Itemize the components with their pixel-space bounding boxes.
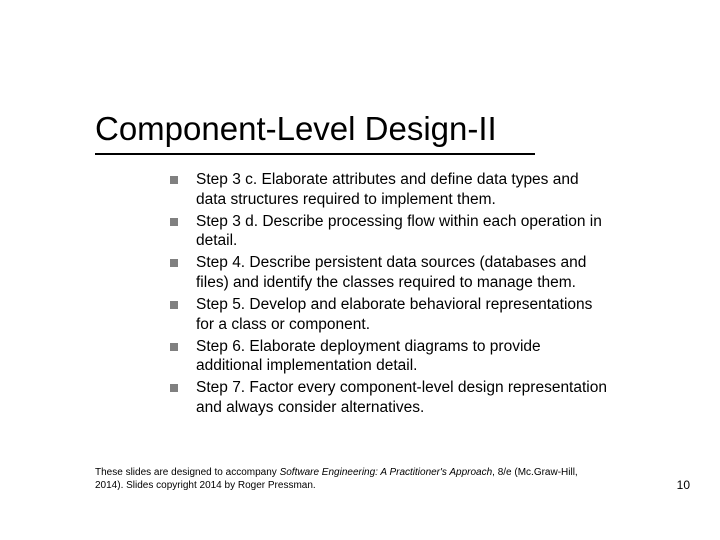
square-bullet-icon [170, 259, 178, 267]
page-number: 10 [677, 478, 690, 492]
footer-pre: These slides are designed to accompany [95, 467, 280, 478]
list-item: Step 5. Develop and elaborate behavioral… [170, 295, 610, 335]
content-body: Step 3 c. Elaborate attributes and defin… [170, 170, 610, 420]
square-bullet-icon [170, 343, 178, 351]
square-bullet-icon [170, 176, 178, 184]
slide: Component-Level Design-II Step 3 c. Elab… [0, 0, 720, 540]
bullet-text: Step 7. Factor every component-level des… [196, 378, 610, 418]
list-item: Step 7. Factor every component-level des… [170, 378, 610, 418]
bullet-text: Step 3 c. Elaborate attributes and defin… [196, 170, 610, 210]
square-bullet-icon [170, 301, 178, 309]
square-bullet-icon [170, 384, 178, 392]
footer-book-title: Software Engineering: A Practitioner's A… [280, 467, 493, 478]
bullet-text: Step 6. Elaborate deployment diagrams to… [196, 337, 610, 377]
square-bullet-icon [170, 218, 178, 226]
footer-attribution: These slides are designed to accompany S… [95, 467, 595, 492]
list-item: Step 6. Elaborate deployment diagrams to… [170, 337, 610, 377]
list-item: Step 4. Describe persistent data sources… [170, 253, 610, 293]
title-underline [95, 153, 535, 155]
bullet-text: Step 4. Describe persistent data sources… [196, 253, 610, 293]
list-item: Step 3 d. Describe processing flow withi… [170, 212, 610, 252]
slide-title: Component-Level Design-II [95, 110, 497, 148]
bullet-text: Step 5. Develop and elaborate behavioral… [196, 295, 610, 335]
bullet-text: Step 3 d. Describe processing flow withi… [196, 212, 610, 252]
list-item: Step 3 c. Elaborate attributes and defin… [170, 170, 610, 210]
